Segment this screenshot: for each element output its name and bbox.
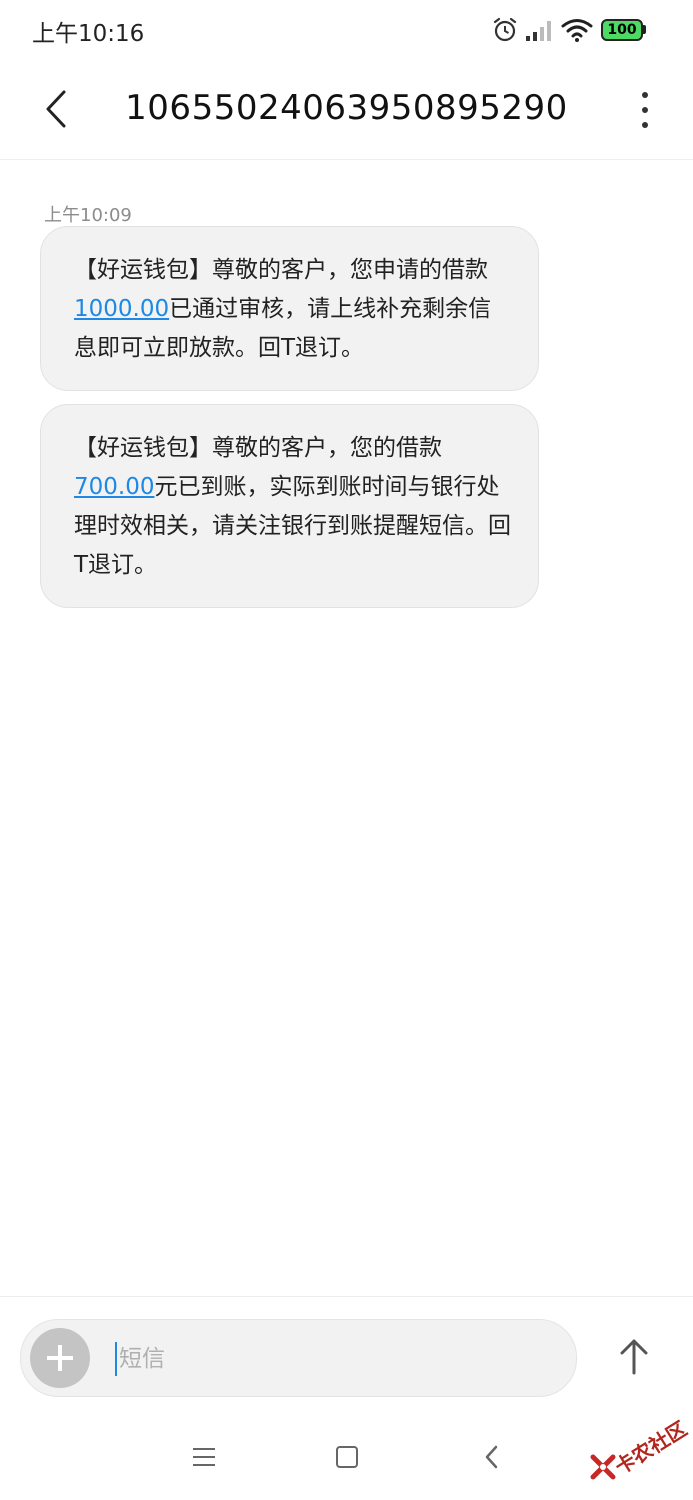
- watermark: 卡农社区: [590, 1408, 691, 1486]
- compose-box[interactable]: [20, 1319, 577, 1397]
- battery-level: 100: [607, 22, 637, 38]
- message-text: 【好运钱包】尊敬的客户，您的借款: [74, 435, 442, 461]
- message-text: 【好运钱包】尊敬的客户，您申请的借款: [74, 257, 488, 283]
- alarm-icon: [493, 17, 517, 42]
- message-bubble[interactable]: 【好运钱包】尊敬的客户，您申请的借款1000.00已通过审核，请上线补充剩余信息…: [40, 226, 539, 391]
- amount-link[interactable]: 1000.00: [74, 296, 169, 322]
- watermark-text: 卡农社区: [610, 1416, 692, 1480]
- menu-icon[interactable]: [193, 1446, 215, 1468]
- send-button[interactable]: [619, 1337, 649, 1375]
- status-bar: 上午10:16 100: [0, 0, 693, 62]
- message-timestamp: 上午10:09: [44, 205, 132, 226]
- back-chevron-icon[interactable]: [482, 1444, 502, 1470]
- add-attachment-button[interactable]: [30, 1328, 90, 1388]
- message-input[interactable]: [117, 1332, 521, 1386]
- conversation-header: 10655024063950895290: [0, 62, 693, 160]
- status-time: 上午10:16: [32, 21, 145, 47]
- back-button[interactable]: [34, 84, 80, 134]
- sender-number-title: 10655024063950895290: [125, 88, 568, 128]
- message-bubble[interactable]: 【好运钱包】尊敬的客户，您的借款700.00元已到账，实际到账时间与银行处理时效…: [40, 404, 539, 608]
- wifi-icon: [561, 19, 593, 42]
- home-square-icon[interactable]: [336, 1446, 358, 1468]
- amount-link[interactable]: 700.00: [74, 474, 154, 500]
- more-options-button[interactable]: [637, 88, 653, 132]
- compose-bar: [0, 1296, 693, 1417]
- signal-icon: [526, 21, 551, 41]
- message-list[interactable]: 上午10:09 【好运钱包】尊敬的客户，您申请的借款1000.00已通过审核，请…: [0, 160, 693, 1296]
- battery-icon: 100: [601, 19, 646, 41]
